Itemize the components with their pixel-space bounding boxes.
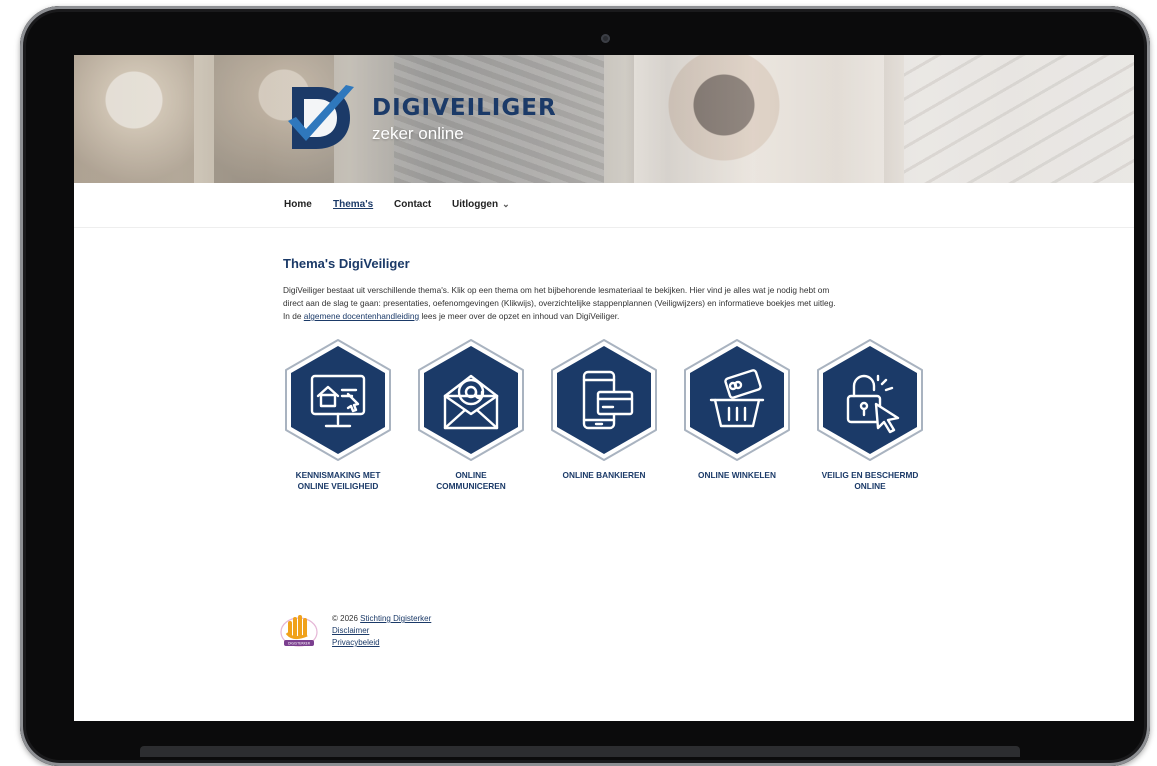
theme-label-line: COMMUNICEREN <box>436 481 506 491</box>
theme-card-winkelen[interactable]: ONLINE WINKELEN <box>678 338 796 481</box>
theme-label-line: KENNISMAKING MET <box>295 470 381 480</box>
intro-line: In de <box>283 311 302 321</box>
copyright-text: © 2026 <box>332 614 358 623</box>
chevron-down-icon: ⌄ <box>502 199 510 209</box>
theme-card-veilig[interactable]: VEILIG EN BESCHERMD ONLINE <box>811 338 929 492</box>
theme-grid: KENNISMAKING MET ONLINE VEILIGHEID ONLIN… <box>279 338 939 498</box>
theme-label: ONLINE WINKELEN <box>678 470 796 481</box>
hexagon-tile <box>551 339 657 461</box>
theme-label-line: ONLINE BANKIEREN <box>562 470 646 480</box>
intro-text: DigiVeiliger bestaat uit verschillende t… <box>283 284 943 323</box>
brand-title[interactable]: DIGIVEILIGER <box>372 95 557 121</box>
disclaimer-link[interactable]: Disclaimer <box>332 626 369 635</box>
theme-card-communiceren[interactable]: ONLINE COMMUNICEREN <box>412 338 530 492</box>
nav-themas[interactable]: Thema's <box>333 199 373 210</box>
hexagon-tile <box>817 339 923 461</box>
theme-label: ONLINE COMMUNICEREN <box>412 470 530 492</box>
privacy-link[interactable]: Privacybeleid <box>332 638 380 647</box>
theme-card-kennismaking[interactable]: KENNISMAKING MET ONLINE VEILIGHEID <box>279 338 397 492</box>
header-banner: DIGIVEILIGER zeker online <box>74 55 1134 183</box>
footer-logo-text: DIGISTERKER <box>288 642 311 646</box>
intro-line: DigiVeiliger bestaat uit verschillende t… <box>283 285 830 295</box>
nav-contact[interactable]: Contact <box>394 199 431 210</box>
hexagon-tile <box>684 339 790 461</box>
docentenhandleiding-link[interactable]: algemene docentenhandleiding <box>304 311 419 321</box>
theme-label: KENNISMAKING MET ONLINE VEILIGHEID <box>279 470 397 492</box>
digiveiliger-logo-icon[interactable] <box>284 81 356 153</box>
digisterker-link[interactable]: Stichting Digisterker <box>360 614 431 623</box>
footer-links: © 2026 Stichting Digisterker Disclaimer … <box>332 613 431 649</box>
laptop-base <box>140 746 1020 757</box>
main-navigation: Home Thema's Contact Uitloggen ⌄ <box>74 183 1134 228</box>
nav-uitloggen[interactable]: Uitloggen ⌄ <box>452 199 510 210</box>
browser-viewport: DIGIVEILIGER zeker online Home Thema's C… <box>74 55 1134 721</box>
theme-label: VEILIG EN BESCHERMD ONLINE <box>811 470 929 492</box>
theme-label: ONLINE BANKIEREN <box>545 470 663 481</box>
nav-home[interactable]: Home <box>284 199 312 210</box>
brand-subtitle: zeker online <box>372 124 464 143</box>
intro-line: direct aan de slag te gaan: presentaties… <box>283 298 836 308</box>
theme-label-line: ONLINE <box>455 470 487 480</box>
hexagon-tile <box>285 339 391 461</box>
theme-label-line: ONLINE WINKELEN <box>698 470 776 480</box>
webcam <box>601 34 610 43</box>
theme-label-line: ONLINE <box>854 481 886 491</box>
hexagon-tile <box>418 339 524 461</box>
intro-line: lees je meer over de opzet en inhoud van… <box>421 311 620 321</box>
nav-uitloggen-label: Uitloggen <box>452 199 499 210</box>
theme-card-bankieren[interactable]: ONLINE BANKIEREN <box>545 338 663 481</box>
page-title: Thema's DigiVeiliger <box>283 256 410 271</box>
theme-label-line: VEILIG EN BESCHERMD <box>821 470 919 480</box>
digisterker-logo-icon[interactable]: DIGISTERKER <box>279 611 319 651</box>
laptop-frame: DIGIVEILIGER zeker online Home Thema's C… <box>20 6 1150 766</box>
header-overlay <box>74 55 1134 183</box>
theme-label-line: ONLINE VEILIGHEID <box>297 481 379 491</box>
